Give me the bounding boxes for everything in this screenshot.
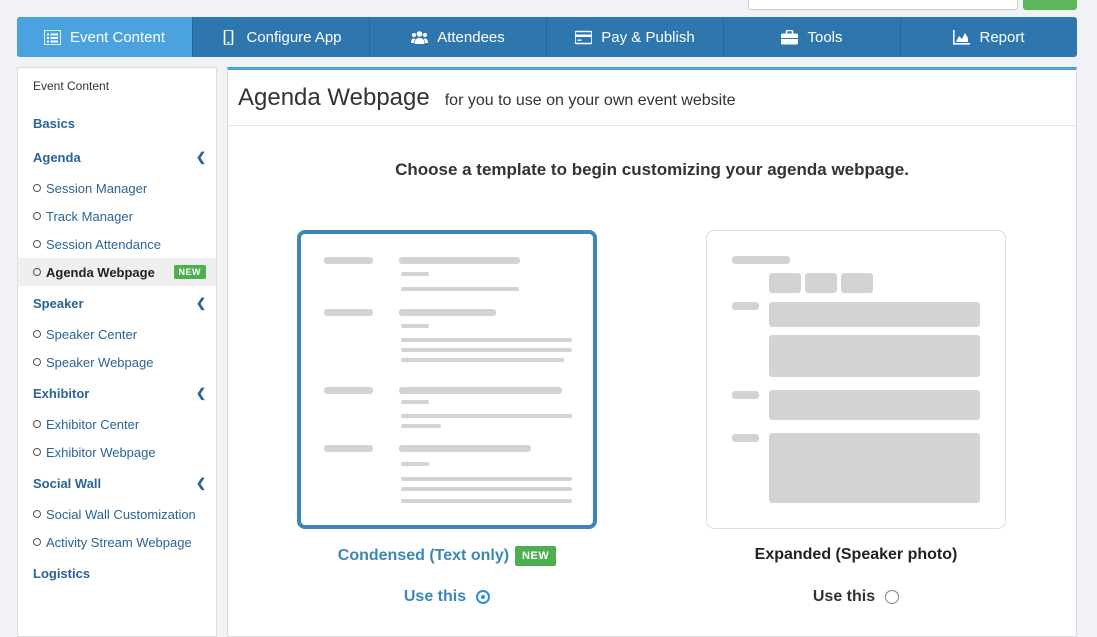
- tab-report[interactable]: Report: [901, 17, 1077, 57]
- circle-icon: [33, 510, 41, 518]
- briefcase-icon: [781, 29, 799, 44]
- circle-icon: [33, 184, 41, 192]
- use-this-expanded[interactable]: Use this: [706, 588, 1006, 606]
- tab-attendees[interactable]: Attendees: [370, 17, 547, 57]
- sidebar-item-label: Activity Stream Webpage: [46, 534, 192, 550]
- list-icon: [43, 29, 61, 45]
- users-icon: [411, 30, 429, 44]
- circle-icon: [33, 212, 41, 220]
- tab-event-content[interactable]: Event Content: [17, 17, 193, 57]
- sidebar-item-label: Speaker Center: [46, 326, 138, 342]
- sidebar-item-activity-stream-webpage[interactable]: Activity Stream Webpage: [18, 528, 216, 556]
- chevron-left-icon: ❮: [195, 150, 206, 164]
- sidebar-item-label: Exhibitor Center: [46, 416, 140, 432]
- chevron-left-icon: ❮: [195, 296, 206, 310]
- template-prompt: Choose a template to begin customizing y…: [395, 160, 909, 179]
- sidebar-section-label: Social Wall: [33, 475, 102, 491]
- sidebar-section-logistics[interactable]: Logistics: [18, 556, 216, 590]
- sidebar-item-label: Social Wall Customization: [46, 506, 196, 522]
- sidebar-item-label: Track Manager: [46, 208, 133, 224]
- sidebar-item-label: Session Manager: [46, 180, 148, 196]
- tab-label: Pay & Publish: [601, 28, 695, 46]
- main-panel: Agenda Webpage for you to use on your ow…: [227, 67, 1077, 637]
- template-label-expanded: Expanded (Speaker photo): [706, 546, 1006, 564]
- circle-icon: [33, 330, 41, 338]
- tab-pay-publish[interactable]: Pay & Publish: [547, 17, 724, 57]
- use-this-label: Use this: [403, 588, 467, 605]
- area-chart-icon: [953, 29, 971, 45]
- sidebar-item-label: Session Attendance: [46, 236, 161, 252]
- circle-icon: [33, 358, 41, 366]
- sidebar-section-label: Logistics: [33, 565, 91, 581]
- template-label-condensed: Condensed (Text only) NEW: [297, 546, 597, 566]
- sidebar-item-speaker-center[interactable]: Speaker Center: [18, 320, 216, 348]
- sidebar-section-label: Exhibitor: [33, 385, 90, 401]
- tab-label: Attendees: [437, 28, 505, 46]
- tab-label: Report: [979, 28, 1025, 46]
- circle-icon: [33, 538, 41, 546]
- tab-label: Tools: [807, 28, 843, 46]
- sidebar-section-basics[interactable]: Basics: [18, 106, 216, 140]
- template-name: Expanded (Speaker photo): [754, 546, 958, 563]
- sidebar-item-label: Exhibitor Webpage: [46, 444, 156, 460]
- sidebar: Event Content Basics Agenda ❮ Session Man…: [17, 67, 217, 637]
- sidebar-item-label: Agenda Webpage: [46, 264, 155, 280]
- sidebar-item-session-attendance[interactable]: Session Attendance: [18, 230, 216, 258]
- chevron-left-icon: ❮: [195, 386, 206, 400]
- circle-icon: [33, 448, 41, 456]
- tab-label: Configure App: [246, 28, 342, 46]
- sidebar-section-label: Basics: [33, 115, 75, 131]
- top-search-input[interactable]: [748, 0, 1018, 10]
- tab-tools[interactable]: Tools: [724, 17, 901, 57]
- page-title: Agenda Webpage: [238, 84, 430, 111]
- new-badge: NEW: [515, 546, 557, 566]
- use-this-label: Use this: [812, 588, 876, 605]
- sidebar-item-track-manager[interactable]: Track Manager: [18, 202, 216, 230]
- main-nav: Event Content Configure App Attendees Pa…: [17, 17, 1077, 57]
- new-badge: NEW: [173, 265, 206, 279]
- tab-configure-app[interactable]: Configure App: [193, 17, 370, 57]
- sidebar-section-speaker[interactable]: Speaker ❮: [18, 286, 216, 320]
- radio-condensed[interactable]: [476, 590, 491, 604]
- sidebar-item-social-wall-customization[interactable]: Social Wall Customization: [18, 500, 216, 528]
- sidebar-item-label: Speaker Webpage: [46, 354, 154, 370]
- circle-icon: [33, 268, 41, 276]
- template-name: Condensed (Text only): [337, 547, 510, 564]
- template-card-expanded[interactable]: [706, 230, 1006, 529]
- chevron-left-icon: ❮: [195, 476, 206, 490]
- sidebar-section-exhibitor[interactable]: Exhibitor ❮: [18, 376, 216, 410]
- phone-icon: [224, 29, 234, 45]
- circle-icon: [33, 420, 41, 428]
- sidebar-section-label: Speaker: [33, 295, 84, 311]
- sidebar-header: Event Content: [33, 79, 110, 93]
- sidebar-section-social-wall[interactable]: Social Wall ❮: [18, 466, 216, 500]
- page-subtitle: for you to use on your own event website: [444, 92, 736, 109]
- credit-card-icon: [575, 30, 593, 44]
- top-go-button[interactable]: [1023, 0, 1077, 10]
- sidebar-item-agenda-webpage[interactable]: Agenda Webpage NEW: [18, 258, 216, 286]
- sidebar-item-exhibitor-webpage[interactable]: Exhibitor Webpage: [18, 438, 216, 466]
- sidebar-item-session-manager[interactable]: Session Manager: [18, 174, 216, 202]
- use-this-condensed[interactable]: Use this: [297, 588, 597, 606]
- radio-expanded[interactable]: [885, 590, 900, 604]
- tab-label: Event Content: [69, 28, 166, 46]
- sidebar-item-speaker-webpage[interactable]: Speaker Webpage: [18, 348, 216, 376]
- sidebar-section-label: Agenda: [33, 149, 81, 165]
- sidebar-section-agenda[interactable]: Agenda ❮: [18, 140, 216, 174]
- template-card-condensed[interactable]: [297, 230, 597, 529]
- sidebar-item-exhibitor-center[interactable]: Exhibitor Center: [18, 410, 216, 438]
- main-header: Agenda Webpage for you to use on your ow…: [228, 70, 1076, 126]
- circle-icon: [33, 240, 41, 248]
